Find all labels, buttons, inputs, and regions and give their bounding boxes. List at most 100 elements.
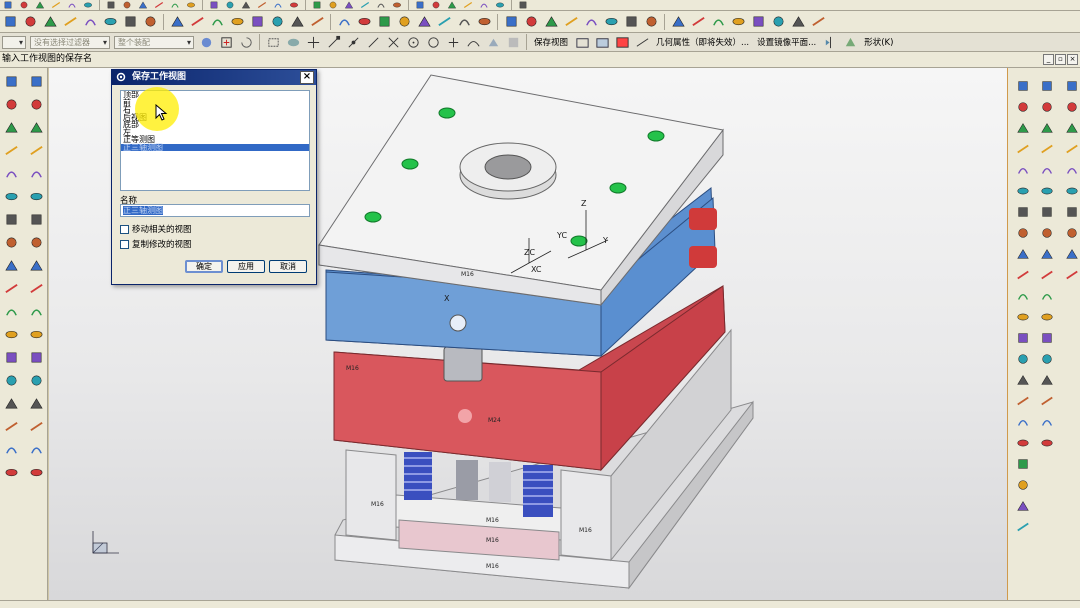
grid-icon[interactable] (445, 0, 459, 10)
revolve-icon[interactable] (455, 13, 473, 31)
view-list-item[interactable]: 正三轴测图 (121, 143, 309, 151)
scale-icon[interactable] (358, 0, 372, 10)
arc-icon[interactable] (1, 117, 21, 137)
spline-icon[interactable] (228, 13, 246, 31)
measure-icon[interactable] (633, 33, 651, 51)
delete-icon[interactable] (1013, 434, 1033, 452)
zoom-icon[interactable] (1013, 350, 1033, 368)
spline-icon[interactable] (1, 439, 21, 459)
export-icon[interactable] (1062, 224, 1080, 242)
shade-icon[interactable] (284, 33, 302, 51)
pen-icon[interactable] (41, 13, 59, 31)
mirror-icon[interactable] (1062, 98, 1080, 116)
arc-icon[interactable] (188, 13, 206, 31)
chamfer-icon[interactable] (355, 13, 373, 31)
existing-point-icon[interactable] (444, 33, 462, 51)
draft-icon[interactable] (1037, 224, 1057, 242)
rotate-icon[interactable] (1013, 98, 1033, 116)
mirror-plane-label[interactable]: 设置镜像平面... (757, 36, 816, 48)
dimension-icon[interactable] (141, 13, 159, 31)
info-icon[interactable] (1062, 182, 1080, 200)
snap-icon[interactable] (197, 33, 215, 51)
filter-combo-small[interactable] (2, 35, 26, 49)
save-view-label[interactable]: 保存视图 (534, 36, 568, 48)
shape-icon[interactable] (288, 13, 306, 31)
extend-icon[interactable] (26, 186, 46, 206)
intersection-icon[interactable] (384, 33, 402, 51)
align-icon[interactable] (1037, 434, 1057, 452)
ok-button[interactable]: 确定 (185, 260, 223, 273)
type-filter-combo[interactable]: 没有选择过滤器 (30, 35, 110, 49)
plane-icon[interactable] (1013, 308, 1033, 326)
grid-icon[interactable] (26, 278, 46, 298)
table-icon[interactable] (26, 255, 46, 275)
slot-icon[interactable] (602, 13, 620, 31)
axis-icon[interactable] (121, 13, 139, 31)
extend-icon[interactable] (310, 0, 324, 10)
move-related-views-checkbox[interactable]: 移动相关的视图 (120, 223, 192, 235)
sweep-icon[interactable] (475, 13, 493, 31)
apply-button[interactable]: 应用 (227, 260, 265, 273)
measure-icon[interactable] (1062, 140, 1080, 158)
shade-icon[interactable] (429, 0, 443, 10)
edit-icon[interactable] (26, 140, 46, 160)
rib-icon[interactable] (642, 13, 660, 31)
close-icon[interactable]: × (300, 71, 314, 84)
curve-icon[interactable] (1, 232, 21, 252)
trim-icon[interactable] (1, 278, 21, 298)
copy-icon[interactable] (1013, 119, 1033, 137)
midpoint-icon[interactable] (344, 33, 362, 51)
section-icon[interactable] (1013, 329, 1033, 347)
spline-icon[interactable] (26, 163, 46, 183)
fillet-icon[interactable] (184, 0, 198, 10)
torus-icon[interactable] (1037, 140, 1057, 158)
cube-icon[interactable] (1013, 140, 1033, 158)
chamfer-icon[interactable] (1, 347, 21, 367)
point-icon[interactable] (1, 140, 21, 160)
sketch-icon[interactable] (21, 13, 39, 31)
mate-icon[interactable] (1037, 413, 1057, 431)
folder-icon[interactable] (1013, 455, 1033, 473)
sweep-icon[interactable] (1037, 203, 1057, 221)
offset-icon[interactable] (1, 255, 21, 275)
thicken-icon[interactable] (1037, 245, 1057, 263)
clock-icon[interactable] (1, 393, 21, 413)
color-icon[interactable] (1013, 203, 1033, 221)
snap-icon[interactable] (120, 0, 134, 10)
gear-icon[interactable] (268, 13, 286, 31)
layer-icon[interactable] (374, 0, 388, 10)
restore-view-icon[interactable] (573, 33, 591, 51)
trim-icon[interactable] (287, 0, 301, 10)
split-icon[interactable] (1037, 329, 1057, 347)
shade-icon[interactable] (1013, 224, 1033, 242)
fillet-icon[interactable] (1, 186, 21, 206)
control-point-icon[interactable] (364, 33, 382, 51)
circle-3pt-icon[interactable] (26, 393, 46, 413)
endpoint-icon[interactable] (324, 33, 342, 51)
patch-icon[interactable] (769, 13, 787, 31)
analysis-icon[interactable] (1062, 161, 1080, 179)
ball-icon[interactable] (1013, 518, 1033, 536)
snap-grid-icon[interactable] (101, 13, 119, 31)
bounded-grid-icon[interactable] (504, 33, 522, 51)
color-icon[interactable] (390, 0, 404, 10)
lock-icon[interactable] (1013, 497, 1033, 515)
bridge-icon[interactable] (789, 13, 807, 31)
thicken-icon[interactable] (689, 13, 707, 31)
trim-body-icon[interactable] (709, 13, 727, 31)
box-icon[interactable] (308, 13, 326, 31)
copy-icon[interactable] (49, 0, 63, 10)
pan-icon[interactable] (477, 0, 491, 10)
offset-icon[interactable] (1062, 77, 1080, 95)
groove-icon[interactable] (622, 13, 640, 31)
sphere-icon[interactable] (1037, 119, 1057, 137)
ellipse-icon[interactable] (26, 416, 46, 436)
ring-icon[interactable] (26, 462, 46, 482)
hole-icon[interactable] (1, 324, 21, 344)
mirror-icon[interactable] (821, 33, 839, 51)
name-input[interactable]: 正三轴测图 (120, 204, 310, 217)
sew-icon[interactable] (1037, 266, 1057, 284)
pattern-icon[interactable] (255, 0, 269, 10)
bridge-icon[interactable] (1037, 308, 1057, 326)
layer-icon[interactable] (1013, 161, 1033, 179)
